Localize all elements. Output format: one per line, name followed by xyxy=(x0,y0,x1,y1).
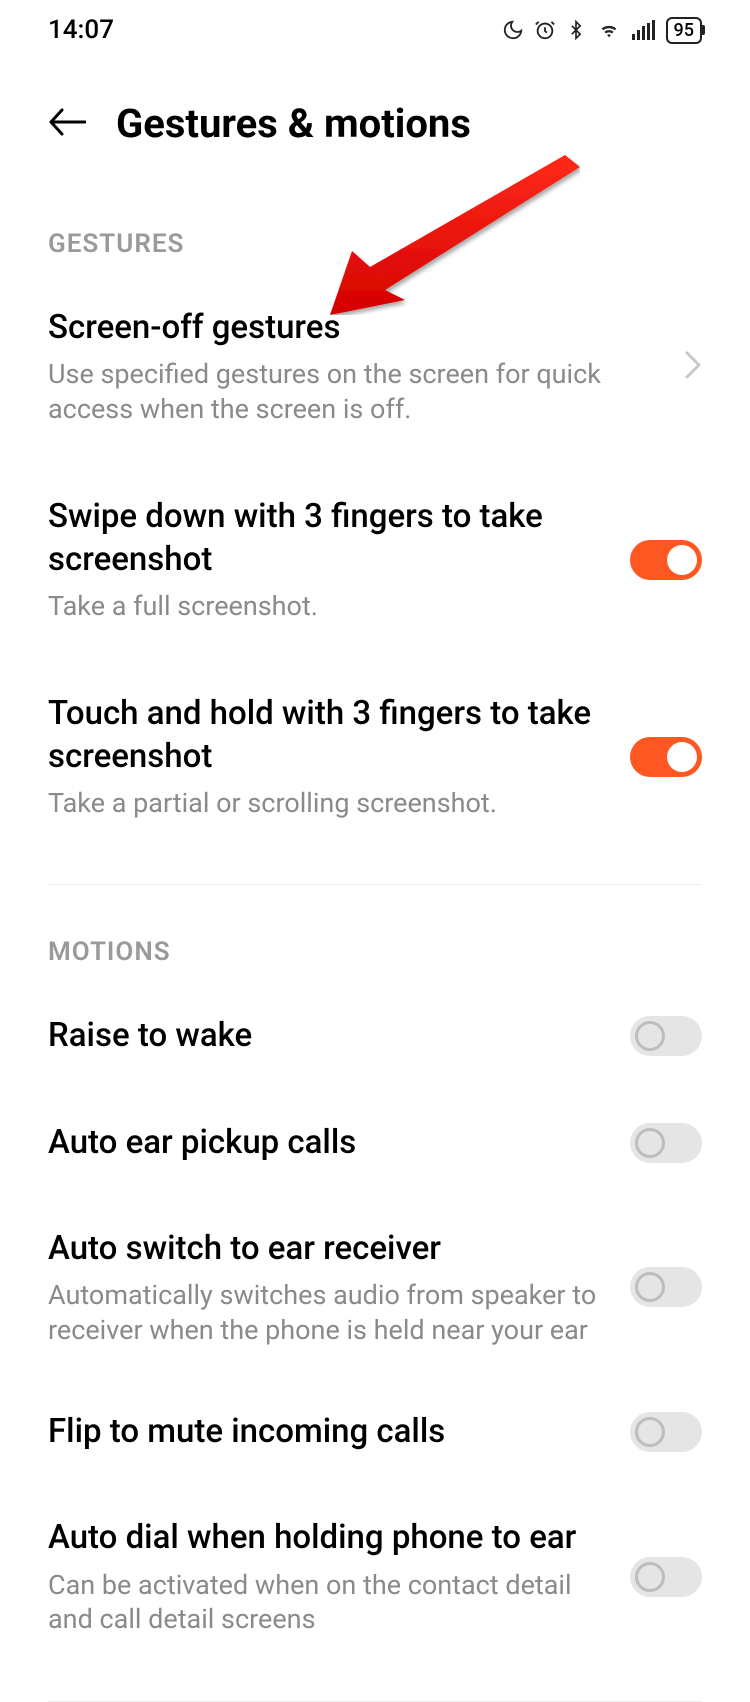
row-hold-3-fingers[interactable]: Touch and hold with 3 fingers to take sc… xyxy=(0,653,750,850)
row-text: Auto switch to ear receiver Automaticall… xyxy=(48,1228,606,1347)
chevron-right-icon xyxy=(684,350,702,384)
wifi-icon xyxy=(596,19,622,41)
row-subtitle: Use specified gestures on the screen for… xyxy=(48,357,660,426)
row-title: Raise to wake xyxy=(48,1015,606,1057)
signal-icon xyxy=(632,20,656,40)
dnd-icon xyxy=(502,19,524,41)
row-auto-ear-pickup[interactable]: Auto ear pickup calls xyxy=(0,1088,750,1194)
row-text: Auto dial when holding phone to ear Can … xyxy=(48,1517,606,1636)
status-bar: 14:07 95 xyxy=(0,0,750,60)
page-title: Gestures & motions xyxy=(116,100,471,147)
row-text: Touch and hold with 3 fingers to take sc… xyxy=(48,693,606,820)
toggle-hold-3-fingers[interactable] xyxy=(630,737,702,777)
row-text: Auto ear pickup calls xyxy=(48,1122,606,1164)
header: Gestures & motions xyxy=(0,60,750,177)
status-time: 14:07 xyxy=(48,15,114,45)
bluetooth-icon xyxy=(566,18,586,42)
row-flip-mute[interactable]: Flip to mute incoming calls xyxy=(0,1377,750,1483)
row-title: Auto switch to ear receiver xyxy=(48,1228,606,1270)
row-text: Swipe down with 3 fingers to take screen… xyxy=(48,496,606,623)
row-title: Touch and hold with 3 fingers to take sc… xyxy=(48,693,606,777)
row-text: Flip to mute incoming calls xyxy=(48,1411,606,1453)
toggle-auto-switch-ear[interactable] xyxy=(630,1267,702,1307)
row-text: Screen-off gestures Use specified gestur… xyxy=(48,307,660,426)
battery-level: 95 xyxy=(674,20,694,41)
toggle-auto-ear-pickup[interactable] xyxy=(630,1123,702,1163)
row-title: Auto ear pickup calls xyxy=(48,1122,606,1164)
row-title: Auto dial when holding phone to ear xyxy=(48,1517,606,1559)
row-subtitle: Can be activated when on the contact det… xyxy=(48,1568,606,1637)
row-subtitle: Automatically switches audio from speake… xyxy=(48,1278,606,1347)
status-icons: 95 xyxy=(502,17,702,44)
back-icon[interactable] xyxy=(48,107,86,141)
row-auto-dial[interactable]: Auto dial when holding phone to ear Can … xyxy=(0,1483,750,1666)
toggle-auto-dial[interactable] xyxy=(630,1557,702,1597)
toggle-raise-to-wake[interactable] xyxy=(630,1016,702,1056)
row-swipe-3-fingers[interactable]: Swipe down with 3 fingers to take screen… xyxy=(0,456,750,653)
section-motions-label: MOTIONS xyxy=(0,885,750,991)
row-auto-switch-ear[interactable]: Auto switch to ear receiver Automaticall… xyxy=(0,1194,750,1377)
row-screen-off-gestures[interactable]: Screen-off gestures Use specified gestur… xyxy=(0,283,750,456)
section-gestures-label: GESTURES xyxy=(0,177,750,283)
row-title: Screen-off gestures xyxy=(48,307,660,349)
toggle-swipe-3-fingers[interactable] xyxy=(630,540,702,580)
row-text: Raise to wake xyxy=(48,1015,606,1057)
battery-icon: 95 xyxy=(666,17,702,44)
row-title: Flip to mute incoming calls xyxy=(48,1411,606,1453)
toggle-flip-mute[interactable] xyxy=(630,1412,702,1452)
row-subtitle: Take a partial or scrolling screenshot. xyxy=(48,786,606,821)
row-subtitle: Take a full screenshot. xyxy=(48,589,606,624)
row-title: Swipe down with 3 fingers to take screen… xyxy=(48,496,606,580)
alarm-icon xyxy=(534,19,556,41)
row-raise-to-wake[interactable]: Raise to wake xyxy=(0,991,750,1087)
